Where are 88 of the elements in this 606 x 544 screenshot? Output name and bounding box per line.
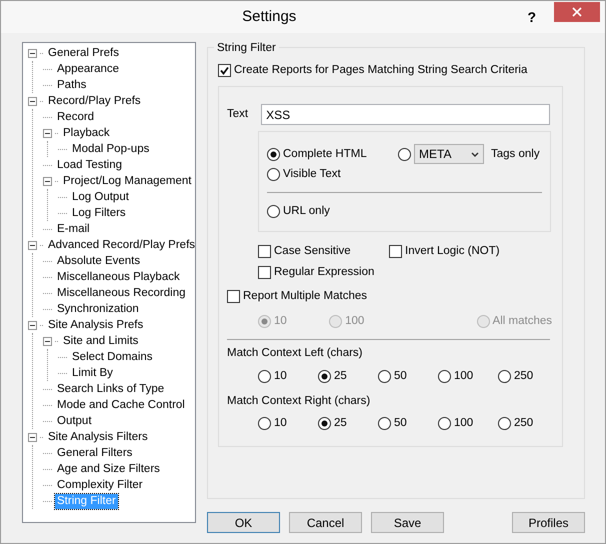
expander-icon[interactable]	[28, 48, 37, 58]
section-label: Match Context Right (chars)	[227, 394, 372, 408]
expander-icon[interactable]	[43, 336, 52, 346]
help-button[interactable]: ?	[527, 6, 536, 28]
text-field[interactable]: XSS	[261, 104, 550, 126]
tree-item[interactable]: Paths	[55, 78, 88, 92]
radio-button[interactable]	[267, 148, 280, 161]
tree-item[interactable]: Record	[55, 110, 96, 124]
tree-item[interactable]: Miscellaneous Playback	[55, 270, 182, 284]
tree-item[interactable]: Miscellaneous Recording	[55, 286, 188, 300]
caret-icon	[471, 152, 479, 157]
tree-item[interactable]: Project/Log Management	[61, 174, 194, 188]
radio-button[interactable]	[258, 417, 271, 430]
tree-item[interactable]: Advanced Record/Play Prefs	[46, 238, 198, 252]
close-button[interactable]	[554, 2, 600, 22]
tree-item[interactable]: Log Filters	[70, 206, 128, 220]
checkbox-label[interactable]: Create Reports for Pages Matching String Search Criteria	[234, 62, 528, 80]
tree-item[interactable]: Site Analysis Filters	[46, 430, 150, 444]
tree-item[interactable]: Record/Play Prefs	[46, 94, 143, 108]
radio-button[interactable]	[318, 370, 331, 383]
radio-label[interactable]: 50	[394, 415, 407, 432]
tree-item[interactable]: Complexity Filter	[55, 478, 145, 492]
expander-icon[interactable]	[28, 96, 37, 106]
close-icon	[572, 7, 582, 17]
dialog-button[interactable]: Save	[371, 512, 444, 533]
checkbox-label[interactable]: Regular Expression	[274, 264, 374, 281]
expander-icon[interactable]	[28, 432, 37, 442]
radio-button[interactable]	[267, 204, 280, 218]
tree-item[interactable]: Search Links of Type	[55, 382, 166, 396]
checkbox[interactable]	[258, 244, 271, 258]
radio-label[interactable]: 250	[514, 368, 534, 386]
radio-button[interactable]	[258, 370, 271, 383]
tree-item[interactable]: Select Domains	[70, 350, 155, 364]
tree-item[interactable]: General Prefs	[46, 46, 121, 60]
checkbox[interactable]	[227, 290, 240, 303]
section-label: Match Context Left (chars)	[227, 346, 364, 362]
tree-item[interactable]: Absolute Events	[55, 254, 142, 268]
radio-button[interactable]	[378, 417, 391, 430]
tree-item[interactable]: General Filters	[55, 446, 134, 460]
radio-label[interactable]: 100	[454, 368, 474, 386]
expander-icon[interactable]	[43, 128, 52, 138]
expander-icon[interactable]	[28, 320, 37, 330]
tag-dropdown[interactable]: META	[414, 144, 484, 164]
radio-label[interactable]: 25	[334, 368, 347, 386]
window-title: Settings	[241, 6, 298, 27]
checkbox[interactable]	[218, 64, 231, 78]
tree-item[interactable]: Site Analysis Prefs	[46, 318, 146, 332]
radio-button[interactable]	[398, 148, 411, 161]
tree-item[interactable]: Mode and Cache Control	[55, 398, 187, 412]
radio-label[interactable]: Visible Text	[283, 166, 341, 183]
dialog-button[interactable]: OK	[207, 512, 280, 533]
radio-button[interactable]	[498, 417, 511, 430]
expander-icon[interactable]	[28, 240, 37, 250]
tree-item[interactable]: Output	[55, 414, 94, 428]
radio-label[interactable]: Complete HTML	[283, 146, 367, 163]
radio-label[interactable]: 10	[274, 368, 287, 386]
checkbox[interactable]	[258, 266, 271, 279]
tree-item[interactable]: Appearance	[55, 62, 122, 76]
checkbox-label[interactable]: Report Multiple Matches	[243, 288, 367, 305]
tree-item[interactable]: Playback	[61, 126, 112, 140]
radio-label[interactable]: 250	[514, 415, 534, 432]
checkbox-label[interactable]: Invert Logic (NOT)	[405, 242, 500, 260]
expander-icon[interactable]	[43, 176, 52, 186]
tree-item[interactable]: Modal Pop-ups	[70, 142, 152, 156]
radio-label[interactable]: 50	[394, 368, 407, 386]
tree-item[interactable]: Load Testing	[55, 158, 124, 172]
tree-item[interactable]: Log Output	[70, 190, 131, 204]
tree-item[interactable]: Synchronization	[55, 302, 141, 316]
radio-label[interactable]: 10	[274, 415, 287, 432]
radio-button[interactable]	[267, 168, 280, 181]
tree-item[interactable]: E-mail	[55, 222, 92, 236]
radio-label[interactable]: URL only	[283, 202, 330, 220]
checkbox[interactable]	[389, 244, 402, 258]
radio-button[interactable]	[438, 370, 451, 383]
dialog-button[interactable]: Profiles	[512, 512, 585, 533]
radio-label[interactable]: 25	[334, 415, 347, 432]
dialog-button[interactable]: Cancel	[289, 512, 362, 533]
radio-button[interactable]	[318, 417, 331, 430]
tree-item[interactable]: Limit By	[70, 366, 115, 380]
radio-button[interactable]	[438, 417, 451, 430]
radio-button[interactable]	[498, 370, 511, 383]
radio-button[interactable]	[378, 370, 391, 383]
checkbox-label[interactable]: Case Sensitive	[274, 242, 351, 260]
tree-item[interactable]: Age and Size Filters	[55, 462, 162, 476]
radio-label[interactable]: Tags only	[491, 146, 540, 163]
field-label: Text	[227, 107, 248, 122]
tree-item[interactable]: Site and Limits	[61, 334, 140, 348]
radio-label[interactable]: 100	[454, 415, 474, 432]
